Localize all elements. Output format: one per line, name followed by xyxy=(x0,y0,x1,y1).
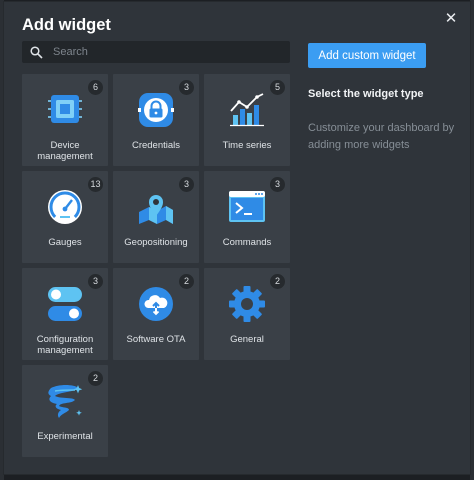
toggles-icon xyxy=(48,287,82,321)
count-badge: 2 xyxy=(179,274,194,289)
tile-label: Software OTA xyxy=(126,334,186,345)
tile-general[interactable]: 2 General xyxy=(204,268,290,360)
search-input[interactable] xyxy=(53,42,283,62)
tile-gauges[interactable]: 13 Gauges xyxy=(22,171,108,263)
tile-geopositioning[interactable]: 3 Geopositioning xyxy=(113,171,199,263)
tile-label: Time series xyxy=(222,140,272,151)
search-icon xyxy=(30,46,43,59)
device-chip-icon xyxy=(48,95,82,123)
tile-time-series[interactable]: 5 Time series xyxy=(204,74,290,166)
tile-label: Configuration management xyxy=(36,334,94,356)
tornado-sparkle-icon xyxy=(48,385,83,418)
tile-label: General xyxy=(230,334,264,345)
tile-label: Credentials xyxy=(131,140,181,151)
lock-icon xyxy=(138,93,174,127)
dialog-title: Add widget xyxy=(22,16,111,34)
select-type-description: Customize your dashboard by adding more … xyxy=(308,122,455,151)
tile-label: Device management xyxy=(37,140,93,162)
tile-software-ota[interactable]: 2 Software OTA xyxy=(113,268,199,360)
tile-label: Commands xyxy=(222,237,272,248)
terminal-icon xyxy=(229,191,265,222)
add-custom-widget-button[interactable]: Add custom widget xyxy=(308,43,426,68)
count-badge: 3 xyxy=(179,177,194,192)
bar-chart-trend-icon xyxy=(230,93,264,127)
search-box[interactable] xyxy=(22,41,290,63)
tile-credentials[interactable]: 3 Credentials xyxy=(113,74,199,166)
add-widget-dialog: Add widget ✕ 6 Device management xyxy=(4,2,470,474)
map-pin-icon xyxy=(139,195,173,224)
count-badge: 3 xyxy=(270,177,285,192)
backdrop-right xyxy=(470,0,474,480)
count-badge: 6 xyxy=(88,80,103,95)
tile-label: Gauges xyxy=(48,237,82,248)
tile-device-management[interactable]: 6 Device management xyxy=(22,74,108,166)
count-badge: 3 xyxy=(88,274,103,289)
count-badge: 2 xyxy=(88,371,103,386)
gear-icon xyxy=(229,286,265,322)
tile-label: Geopositioning xyxy=(124,237,188,248)
tile-experimental[interactable]: 2 Experimental xyxy=(22,365,108,457)
count-badge: 2 xyxy=(270,274,285,289)
tile-configuration-management[interactable]: 3 Configuration management xyxy=(22,268,108,360)
count-badge: 5 xyxy=(270,80,285,95)
tile-label: Experimental xyxy=(37,431,93,442)
select-type-heading: Select the widget type xyxy=(308,88,424,100)
count-badge: 3 xyxy=(179,80,194,95)
gauge-icon xyxy=(48,190,82,224)
close-icon[interactable]: ✕ xyxy=(440,8,462,30)
cloud-upload-icon xyxy=(139,287,173,321)
tile-commands[interactable]: 3 Commands xyxy=(204,171,290,263)
widget-type-grid: 6 Device management 3 Credentials 5 Time… xyxy=(22,74,292,457)
count-badge: 13 xyxy=(88,177,103,192)
